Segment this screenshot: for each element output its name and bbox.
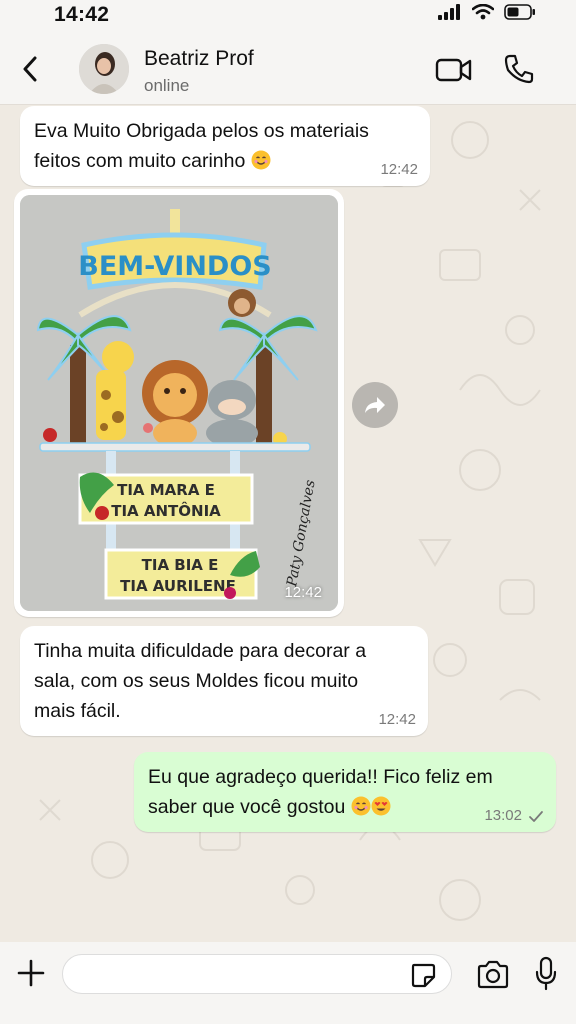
message-input[interactable] [62,954,452,994]
microphone-icon [535,956,557,991]
video-camera-icon [435,58,472,82]
message-bubble-incoming[interactable]: Tinha muita dificuldade para decorar a s… [20,626,428,736]
message-text: Tinha muita dificuldade para decorar a s… [34,640,367,722]
sticker-icon [411,963,436,988]
voice-call-button[interactable] [503,53,535,85]
plaque1-line2: TIA ANTÔNIA [111,501,221,520]
message-bubble-incoming[interactable]: Eva Muito Obrigada pelos os materiais fe… [20,106,430,186]
attach-button[interactable] [16,958,46,988]
status-icons [438,4,536,20]
message-time: 12:42 [284,584,322,601]
microphone-button[interactable] [534,956,558,992]
plus-icon [17,959,45,987]
back-button[interactable] [16,54,44,84]
camera-button[interactable] [476,960,510,990]
compose-bar [0,942,576,1024]
message-text: Eva Muito Obrigada pelos os materiais fe… [34,120,369,172]
smiling-face-icon [351,795,371,816]
sign-title: BEM-VINDOS [78,251,271,282]
signal-icon [438,4,460,20]
plaque2-line2: TIA AURILENE [120,577,236,595]
message-time: 13:02 [484,807,522,824]
chat-header: Beatriz Prof online [0,30,576,105]
message-time: 12:42 [380,161,418,178]
plaque1-line1: TIA MARA E [117,481,215,499]
image-message[interactable]: BEM-VINDOS TIA MARA E TIA ANTÔNIA TIA BI… [14,189,344,617]
message-text: Eu que agradeço querida!! Fico feliz em … [148,766,493,818]
plaque2-line1: TIA BIA E [142,556,219,574]
smiling-face-icon [251,149,271,170]
wifi-icon [472,4,494,20]
status-bar: 14:42 [0,0,576,30]
forward-button[interactable] [352,382,398,428]
forward-icon [365,397,385,413]
contact-name[interactable]: Beatriz Prof [144,47,254,71]
message-time: 12:42 [378,711,416,728]
avatar[interactable] [79,44,129,94]
contact-status: online [144,76,190,95]
check-icon [529,811,543,822]
battery-icon [504,4,535,20]
phone-icon [504,54,534,84]
message-bubble-outgoing[interactable]: Eu que agradeço querida!! Fico feliz em … [134,752,556,832]
status-time: 14:42 [54,3,110,26]
heart-eyes-icon [371,795,391,816]
camera-icon [477,960,509,989]
chevron-left-icon [23,56,37,82]
sticker-button[interactable] [410,962,436,988]
video-call-button[interactable] [435,56,473,84]
photo[interactable]: BEM-VINDOS TIA MARA E TIA ANTÔNIA TIA BI… [20,195,338,611]
